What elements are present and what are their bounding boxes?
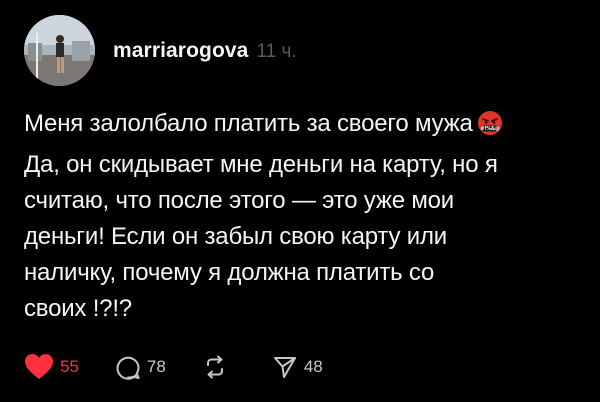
avatar-photo — [24, 15, 95, 86]
like-button[interactable]: 55 — [24, 353, 79, 381]
like-count: 55 — [60, 357, 79, 376]
post-header: marriarogova 11 ч. — [113, 39, 297, 63]
repost-button[interactable] — [202, 354, 228, 380]
post-text-line-4: деньги! Если он забыл свою карту или — [24, 223, 447, 250]
share-button[interactable]: 48 — [272, 354, 323, 380]
timestamp: 11 ч. — [256, 41, 297, 62]
send-icon — [272, 354, 298, 380]
reply-button[interactable]: 78 — [115, 354, 166, 380]
thread-post: marriarogova 11 ч. Меня залолбало платит… — [0, 0, 600, 402]
post-text-line-5: наличку, почему я должна платить со — [24, 259, 435, 286]
reply-count: 78 — [146, 357, 166, 376]
post-text-line-2: Да, он скидывает мне деньги на карту, но… — [24, 151, 498, 178]
post-body: Меня залолбало платить за своего мужа #!… — [24, 106, 594, 327]
share-count: 48 — [303, 357, 323, 376]
post-actions: 55 78 48 — [24, 352, 323, 382]
svg-text:#!%&@: #!%&@ — [480, 126, 499, 132]
username[interactable]: marriarogova — [113, 39, 248, 63]
post-text-line-1: Меня залолбало платить за своего мужа — [24, 110, 473, 137]
post-text-line: Меня залолбало платить за своего мужа #!… — [24, 106, 594, 147]
repost-icon — [202, 354, 228, 380]
angry-face-with-symbols-icon: #!%&@ — [477, 110, 503, 147]
comment-icon — [115, 354, 141, 380]
post-text-line-3: считаю, что после этого — это уже мои — [24, 187, 455, 214]
heart-icon — [24, 353, 54, 381]
post-text-line-6: своих !?!? — [24, 295, 132, 322]
avatar[interactable] — [24, 15, 95, 86]
